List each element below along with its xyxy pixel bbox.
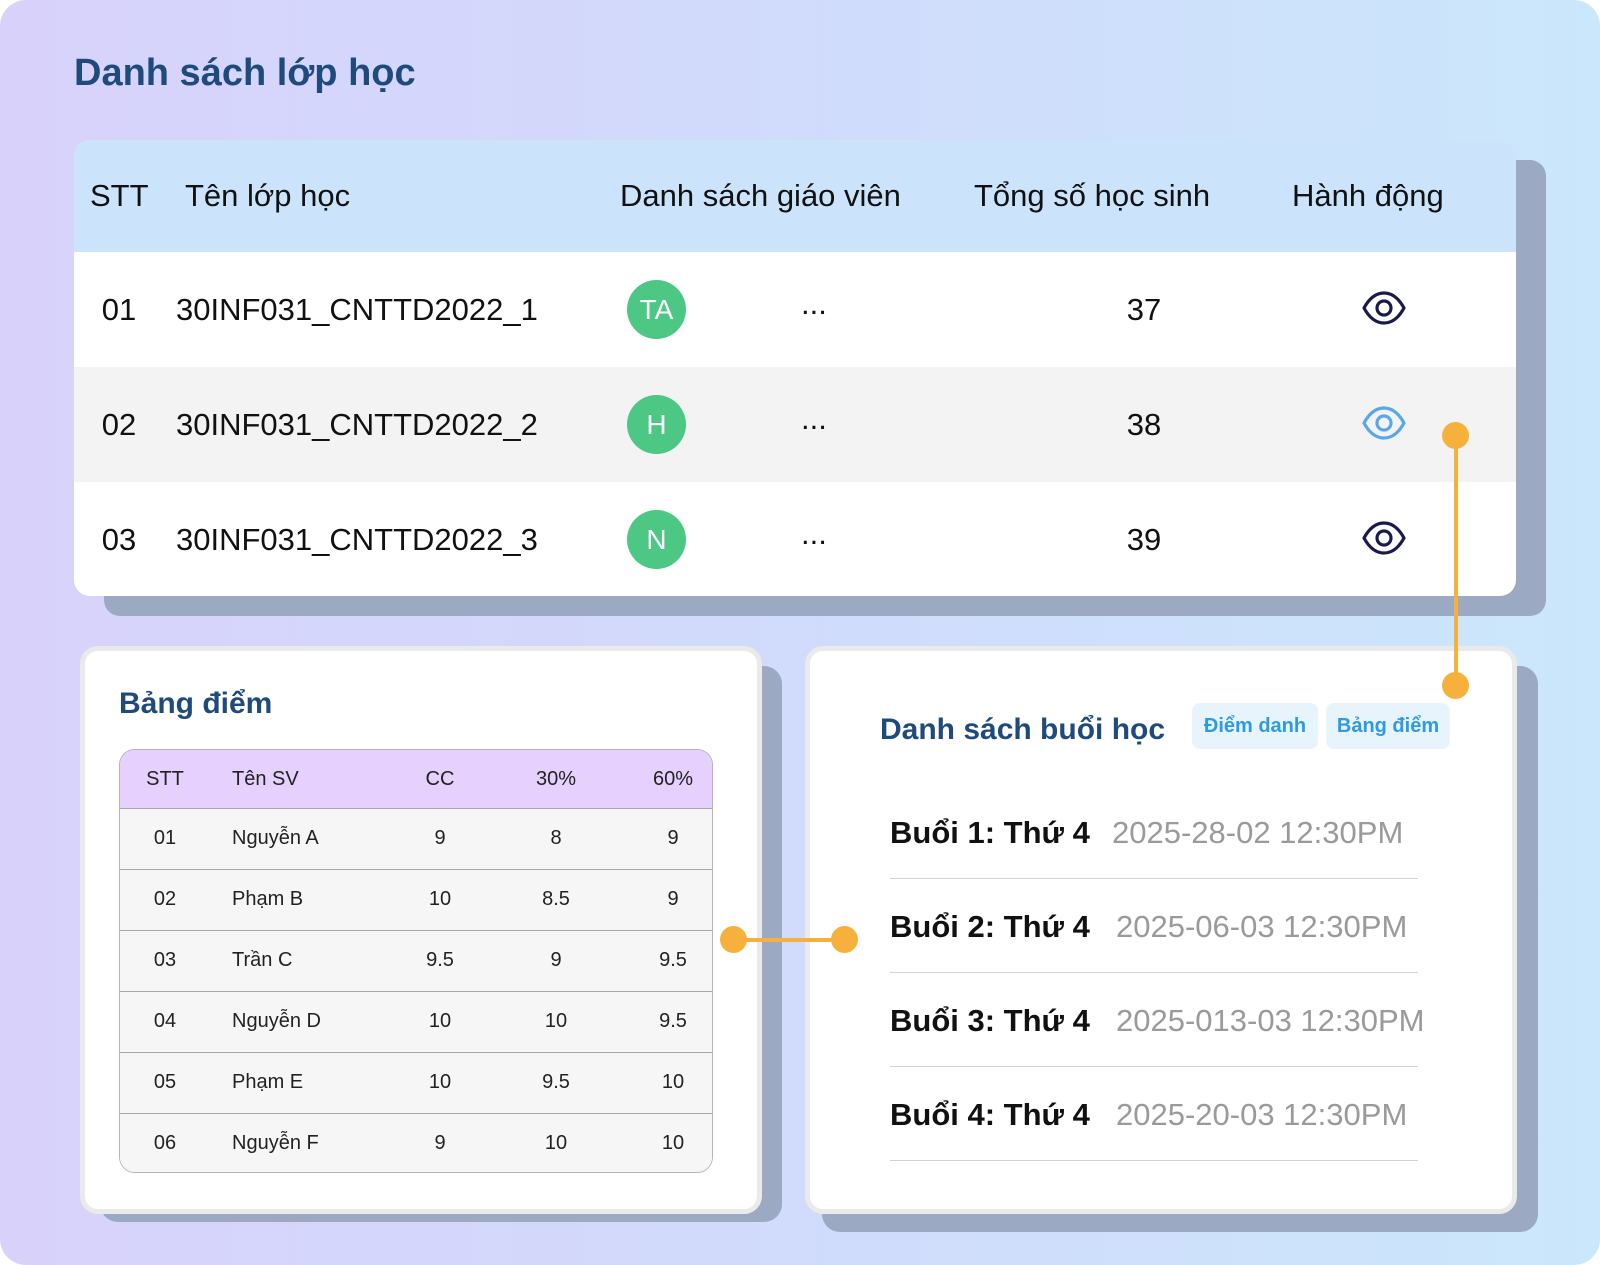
total-students: 38 [1126,407,1162,442]
eye-icon[interactable] [1362,406,1406,440]
session-label: Buổi 4: Thứ 4 [890,1097,1090,1132]
class-row: 01 30INF031_CNTTD2022_1 TA ... 37 [74,252,1516,367]
session-date: 2025-28-02 12:30PM [1112,815,1404,850]
grade-cc: 10 [428,888,452,910]
connector-dot [1442,672,1469,699]
connector-line-horizontal [733,938,845,942]
grade-60: 9.5 [659,949,687,971]
grade-panel: Bảng điểm STT Tên SV CC 30% 60% 01 Nguyễ… [80,646,762,1214]
grade-cc: 9.5 [426,949,454,971]
grade-header-cc: CC [425,768,455,790]
total-students: 37 [1126,292,1162,327]
session-item[interactable]: Buổi 2: Thứ 4 2025-06-03 12:30PM [890,879,1418,973]
grade-60: 10 [661,1071,685,1093]
teacher-avatar[interactable]: H [627,395,686,454]
grade-row: 01 Nguyễn A 9 8 9 [120,809,712,870]
class-row: 02 30INF031_CNTTD2022_2 H ... 38 [74,367,1516,482]
session-panel: Danh sách buổi học Điểm danh Bảng điểm B… [805,646,1517,1214]
grade-30: 8.5 [542,888,570,910]
grade-cc: 9 [434,827,446,849]
grade-stt: 03 [153,949,177,971]
total-students: 39 [1126,522,1162,557]
connector-dot [831,926,858,953]
session-label: Buổi 1: Thứ 4 [890,815,1090,850]
grade-60: 9.5 [659,1010,687,1032]
grade-header-30: 30% [535,768,577,790]
student-name: Phạm E [232,1071,304,1093]
class-stt: 02 [101,407,137,442]
grade-60: 9 [667,827,679,849]
session-date: 2025-06-03 12:30PM [1116,909,1408,944]
student-name: Nguyễn A [232,827,319,849]
grade-30: 9.5 [542,1071,570,1093]
more-teachers: ... [801,286,827,321]
grade-30: 9 [550,949,562,971]
connector-dot [720,926,747,953]
grade-panel-title: Bảng điểm [119,687,273,720]
grade-30: 8 [550,827,562,849]
grade-row: 03 Trần C 9.5 9 9.5 [120,931,712,992]
class-stt: 01 [101,292,137,327]
column-header-stt: STT [90,178,149,213]
grade-row: 02 Phạm B 10 8.5 9 [120,870,712,931]
grade-30: 10 [544,1010,568,1032]
class-table-header: STT Tên lớp học Danh sách giáo viên Tổng… [74,140,1516,252]
grade-header-stt: STT [146,768,184,790]
grade-cc: 9 [434,1132,446,1154]
connector-dot [1442,422,1469,449]
connector-line-vertical [1454,436,1458,686]
more-teachers: ... [801,401,827,436]
grade-header-name: Tên SV [232,768,299,790]
class-name: 30INF031_CNTTD2022_1 [176,292,538,327]
eye-icon[interactable] [1362,521,1406,555]
student-name: Trần C [232,949,293,971]
grade-stt: 02 [153,888,177,910]
teacher-avatar[interactable]: TA [627,280,686,339]
class-name: 30INF031_CNTTD2022_2 [176,407,538,442]
class-name: 30INF031_CNTTD2022_3 [176,522,538,557]
column-header-total-students: Tổng số học sinh [974,178,1211,213]
column-header-action: Hành động [1292,178,1444,213]
grade-60: 10 [661,1132,685,1154]
session-item[interactable]: Buổi 3: Thứ 4 2025-013-03 12:30PM [890,973,1425,1067]
student-name: Nguyễn F [232,1132,319,1154]
class-row: 03 30INF031_CNTTD2022_3 N ... 39 [74,482,1516,596]
grade-stt: 05 [153,1071,177,1093]
grade-cc: 10 [428,1010,452,1032]
session-date: 2025-20-03 12:30PM [1116,1097,1408,1132]
session-label: Buổi 3: Thứ 4 [890,1003,1090,1038]
grades-tab-button[interactable]: Bảng điểm [1326,703,1450,749]
teacher-avatar[interactable]: N [627,510,686,569]
grade-30: 10 [544,1132,568,1154]
grade-stt: 01 [153,827,177,849]
grade-row: 04 Nguyễn D 10 10 9.5 [120,992,712,1053]
grade-header-60: 60% [652,768,694,790]
class-stt: 03 [101,522,137,557]
more-teachers: ... [801,516,827,551]
grade-row: 06 Nguyễn F 9 10 10 [120,1114,712,1172]
class-table: STT Tên lớp học Danh sách giáo viên Tổng… [74,140,1516,596]
session-label: Buổi 2: Thứ 4 [890,909,1090,944]
grade-stt: 04 [153,1010,177,1032]
column-header-teachers: Danh sách giáo viên [620,178,901,213]
grade-table: STT Tên SV CC 30% 60% 01 Nguyễn A 9 8 9 … [119,749,713,1173]
eye-icon[interactable] [1362,291,1406,325]
session-date: 2025-013-03 12:30PM [1116,1003,1425,1038]
page-title: Danh sách lớp học [74,52,416,94]
session-item[interactable]: Buổi 4: Thứ 4 2025-20-03 12:30PM [890,1067,1418,1161]
session-item[interactable]: Buổi 1: Thứ 4 2025-28-02 12:30PM [890,785,1418,879]
column-header-class-name: Tên lớp học [185,178,351,213]
grade-60: 9 [667,888,679,910]
grade-row: 05 Phạm E 10 9.5 10 [120,1053,712,1114]
attendance-tab-button[interactable]: Điểm danh [1192,703,1318,749]
canvas: Danh sách lớp học STT Tên lớp học Danh s… [0,0,1600,1265]
grade-cc: 10 [428,1071,452,1093]
session-panel-title: Danh sách buổi học [880,713,1166,746]
grade-table-header: STT Tên SV CC 30% 60% [120,750,712,809]
grade-stt: 06 [153,1132,177,1154]
student-name: Phạm B [232,888,304,910]
student-name: Nguyễn D [232,1010,321,1032]
